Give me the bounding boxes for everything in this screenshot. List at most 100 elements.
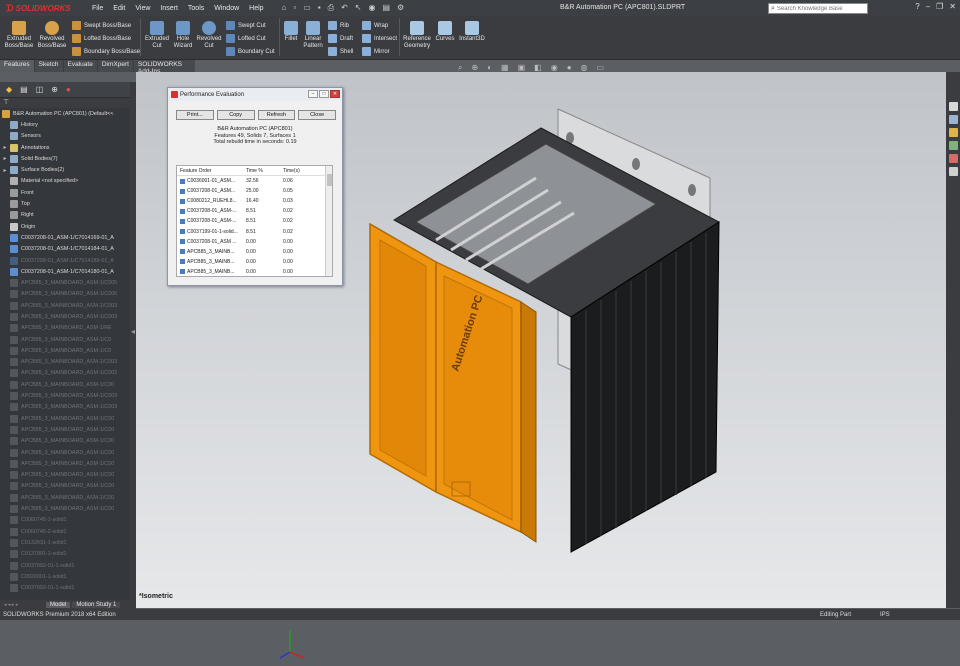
draft-button[interactable]: Draft — [328, 34, 353, 43]
column-feature-order[interactable]: Feature Order — [177, 168, 243, 174]
instant3d-button[interactable]: Instant3D — [459, 21, 485, 43]
dimxpert-manager-icon[interactable]: ⊕ — [51, 85, 58, 94]
tree-item[interactable]: C0037208-01_ASM-1/C7014169-01_A — [0, 232, 130, 243]
tree-item[interactable]: C0037208-01_ASM-1/C7014184-01_A — [0, 244, 130, 255]
tree-item[interactable]: APCB85_3_MAINBOARD_ASM-1/C003 — [0, 402, 130, 413]
file-properties-icon[interactable]: ▤ — [382, 3, 390, 13]
revolved-boss-button[interactable]: Revolved Boss/Base — [36, 21, 68, 50]
table-row[interactable]: APCB85_3_MAINB... 0.00 0.00 — [177, 267, 332, 277]
tree-item[interactable]: APCB85_3_MAINBOARD_ASM-1/C00 — [0, 413, 130, 424]
boundary-boss-button[interactable]: Boundary Boss/Base — [72, 47, 140, 56]
minimize-icon[interactable]: – — [926, 2, 930, 11]
table-row[interactable]: C0080212_RUEHL8... 16.40 0.03 — [177, 196, 332, 206]
file-explorer-icon[interactable] — [948, 128, 958, 137]
menu-help[interactable]: Help — [249, 5, 263, 12]
tree-item[interactable]: C0037208-01_ASM-1/C7014189-01_A — [0, 255, 130, 266]
dialog-maximize-icon[interactable]: □ — [319, 90, 329, 98]
tree-item[interactable]: ▸ Solid Bodies(7) — [0, 153, 130, 164]
feature-manager-icon[interactable]: ◆ — [6, 85, 12, 94]
zoom-to-fit-icon[interactable]: ⌕ — [458, 63, 462, 73]
rib-button[interactable]: Rib — [328, 21, 349, 30]
print-button[interactable]: Print... — [176, 110, 214, 120]
copy-button[interactable]: Copy — [216, 110, 255, 120]
menu-insert[interactable]: Insert — [160, 5, 178, 12]
tree-item[interactable]: APCB85_3_MAINBOARD_ASM-1/C00 — [0, 436, 130, 447]
tree-item[interactable]: APCB85_3_MAINBOARD_ASM-1/C00 — [0, 481, 130, 492]
home-icon[interactable]: ⌂ — [282, 3, 287, 13]
tree-item[interactable]: APCB85_3_MAINBOARD_ASM-1/C002 — [0, 368, 130, 379]
tree-item[interactable]: History — [0, 119, 130, 130]
scrollbar-thumb[interactable] — [327, 174, 332, 186]
menu-view[interactable]: View — [135, 5, 150, 12]
tree-item[interactable]: APCB85_3_MAINBOARD_ASM-1/C00 — [0, 458, 130, 469]
column-time-seconds[interactable]: Time(s) — [280, 168, 320, 174]
undo-icon[interactable]: ↶ — [341, 3, 348, 13]
options-icon[interactable]: ⚙ — [397, 3, 404, 13]
refresh-button[interactable]: Refresh — [257, 110, 296, 120]
table-row[interactable]: C0037208-01_ASM ... 0.00 0.00 — [177, 237, 332, 247]
rebuild-icon[interactable]: ◉ — [368, 3, 375, 13]
view-orientation-icon[interactable]: ▣ — [518, 63, 526, 73]
appearances-icon[interactable] — [948, 154, 958, 163]
tree-item[interactable]: APCB85_3_MAINBOARD_ASM-1/C0 — [0, 345, 130, 356]
fillet-button[interactable]: Fillet — [282, 21, 300, 43]
display-manager-icon[interactable]: ● — [66, 85, 71, 94]
tree-item[interactable]: APCB85_3_MAINBOARD_ASM-1/C00 — [0, 503, 130, 514]
tree-item[interactable]: C0137991-1-solid1 — [0, 549, 130, 560]
tree-item[interactable]: APCB85_3_MAINBOARD_ASM-1/C006 — [0, 289, 130, 300]
tree-item[interactable]: APCB85_3_MAINBOARD_ASM-1/C003 — [0, 300, 130, 311]
tree-item[interactable]: C0060745-2-solid1 — [0, 526, 130, 537]
configuration-manager-icon[interactable]: ◫ — [36, 85, 44, 94]
help-icon[interactable]: ? — [915, 2, 919, 11]
boundary-cut-button[interactable]: Boundary Cut — [226, 47, 275, 56]
close-button[interactable]: Close — [298, 110, 336, 120]
menu-tools[interactable]: Tools — [188, 5, 204, 12]
extruded-boss-button[interactable]: Extruded Boss/Base — [4, 21, 34, 50]
zoom-area-icon[interactable]: ⊕ — [471, 63, 478, 73]
tree-item[interactable]: C0037208-01_ASM-1/C7014180-01_A — [0, 266, 130, 277]
view-settings-icon[interactable]: ▭ — [597, 63, 605, 73]
tab-evaluate[interactable]: Evaluate — [63, 60, 97, 72]
tree-item[interactable]: Origin — [0, 221, 130, 232]
tree-item[interactable]: APCB85_3_MAINBOARD_ASM-1/C005 — [0, 277, 130, 288]
scene-icon[interactable]: ◍ — [581, 63, 588, 73]
tab-dimxpert[interactable]: DimXpert — [97, 60, 133, 72]
tab-motion-study[interactable]: Motion Study 1 — [72, 601, 121, 608]
tree-item[interactable]: APCB85_3_MAINBOARD_ASM-1/C00 — [0, 447, 130, 458]
tree-item[interactable]: APCB85_3_MAINBOARD_ASM-1/C00 — [0, 470, 130, 481]
tree-item[interactable]: C0020001-1-solid1 — [0, 571, 130, 582]
restore-icon[interactable]: ❐ — [936, 2, 943, 11]
table-row[interactable]: C0037208-01_ASM-... 8.51 0.02 — [177, 216, 332, 226]
close-icon[interactable]: ✕ — [949, 2, 956, 11]
tree-item[interactable]: C0060745-1-solid1 — [0, 515, 130, 526]
lofted-boss-button[interactable]: Lofted Boss/Base — [72, 34, 131, 43]
curves-button[interactable]: Curves — [434, 21, 456, 43]
table-row[interactable]: APCB85_3_MAINB... 0.00 0.00 — [177, 257, 332, 267]
tree-item[interactable]: ▸ Annotations — [0, 142, 130, 153]
design-library-icon[interactable] — [948, 115, 958, 124]
property-manager-icon[interactable]: ▤ — [20, 85, 28, 94]
tree-item[interactable]: Sensors — [0, 131, 130, 142]
table-row[interactable]: C0037199-01-1-solid... 8.51 0.02 — [177, 226, 332, 236]
view-palette-icon[interactable] — [948, 141, 958, 150]
tree-item[interactable]: C0132831-1-solid1 — [0, 537, 130, 548]
new-document-icon[interactable]: ▫ — [293, 3, 296, 13]
tree-item[interactable]: APCB85_3_MAINBOARD_ASM-1/C003 — [0, 311, 130, 322]
tree-item[interactable]: Front — [0, 187, 130, 198]
select-icon[interactable]: ↖ — [355, 3, 362, 13]
tree-item[interactable]: APCB85_3_MAINBOARD_ASM-1/C00 — [0, 379, 130, 390]
expand-arrow-icon[interactable]: ▸ — [0, 167, 10, 174]
tree-item[interactable]: Top — [0, 198, 130, 209]
swept-cut-button[interactable]: Swept Cut — [226, 21, 266, 30]
dialog-minimize-icon[interactable]: – — [308, 90, 318, 98]
menu-window[interactable]: Window — [214, 5, 239, 12]
tree-root[interactable]: B&R Automation PC (APC801) (Default<< — [0, 108, 130, 119]
tab-model[interactable]: Model — [46, 601, 71, 608]
tree-item[interactable]: C0037992-01-1-solid1 — [0, 560, 130, 571]
table-row[interactable]: C0037208-01_ASM... 25.00 0.05 — [177, 186, 332, 196]
reference-geometry-button[interactable]: Reference Geometry — [402, 21, 432, 50]
extruded-cut-button[interactable]: Extruded Cut — [144, 21, 170, 50]
display-style-icon[interactable]: ◧ — [534, 63, 542, 73]
tab-sketch[interactable]: Sketch — [34, 60, 63, 72]
table-row[interactable]: C0037208-01_ASM-... 8.51 0.02 — [177, 206, 332, 216]
